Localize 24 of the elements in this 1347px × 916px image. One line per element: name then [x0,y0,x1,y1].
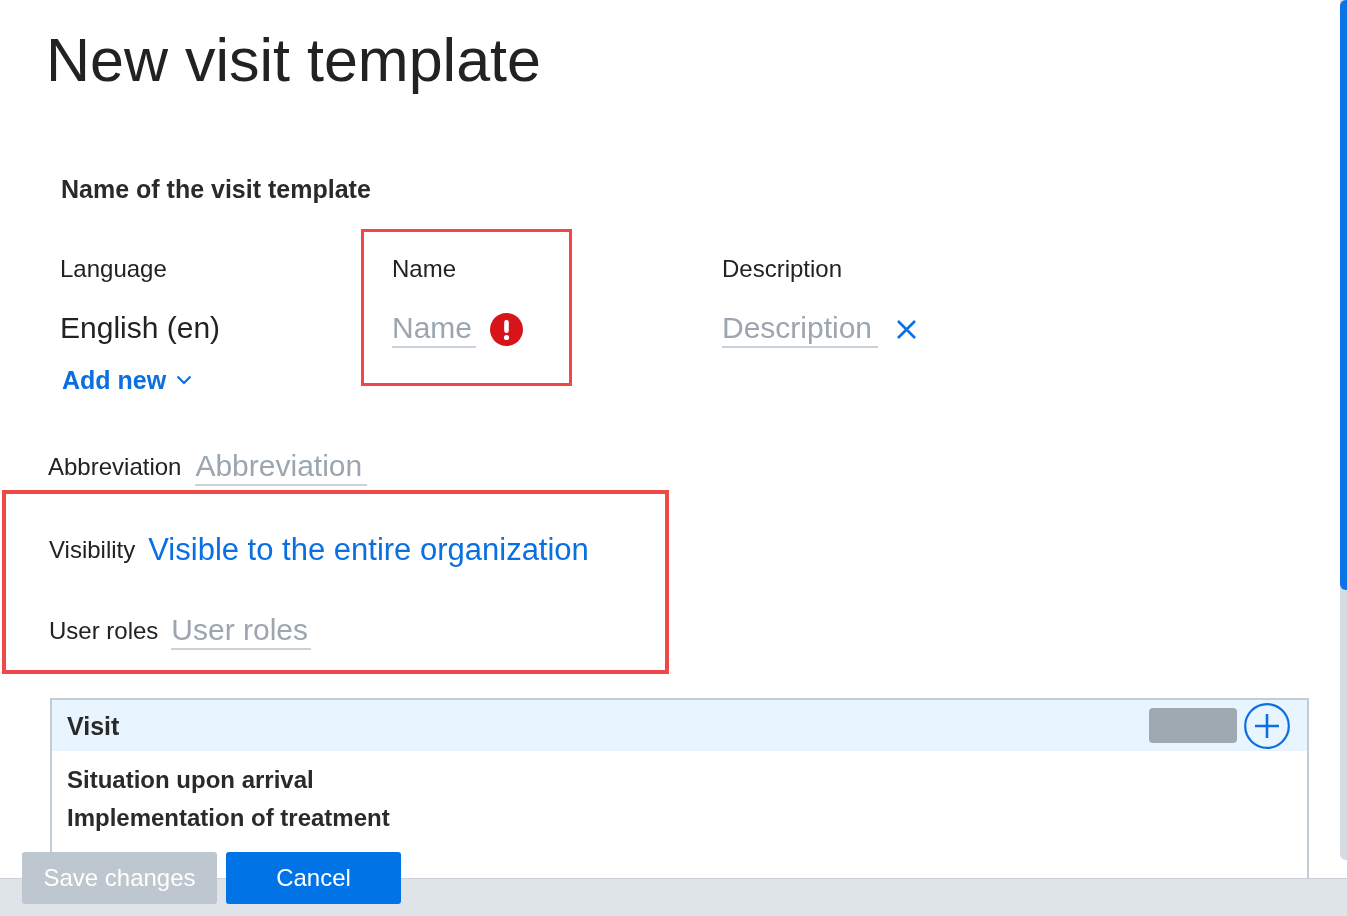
abbreviation-field[interactable]: Abbreviation [195,448,368,486]
description-field[interactable]: Description [722,310,878,348]
panel-item: Implementation of treatment [67,803,390,833]
panel-item: Situation upon arrival [67,765,314,795]
chevron-down-icon [176,375,193,385]
scrollbar-thumb[interactable] [1340,0,1347,590]
page-title: New visit template [46,25,541,96]
scrollbar-track[interactable] [1340,0,1347,860]
user-roles-field[interactable]: User roles [171,612,312,650]
section-heading: Name of the visit template [61,174,371,204]
close-icon[interactable] [896,318,917,340]
field-label: Visibility [49,535,136,565]
field-label: Description [722,256,843,282]
field-label: Name [392,256,457,282]
add-icon[interactable] [1244,702,1290,749]
add-new-link[interactable]: Add new [62,365,193,395]
field-label: Language [60,256,167,282]
name-field[interactable]: Name [392,310,476,348]
language-value: English (en) [60,310,221,346]
cancel-button[interactable]: Cancel [226,852,401,904]
field-label: User roles [49,616,159,646]
panel-title: Visit [67,710,120,741]
visibility-link[interactable]: Visible to the entire organization [148,530,589,570]
field-label: Abbreviation [48,452,182,482]
